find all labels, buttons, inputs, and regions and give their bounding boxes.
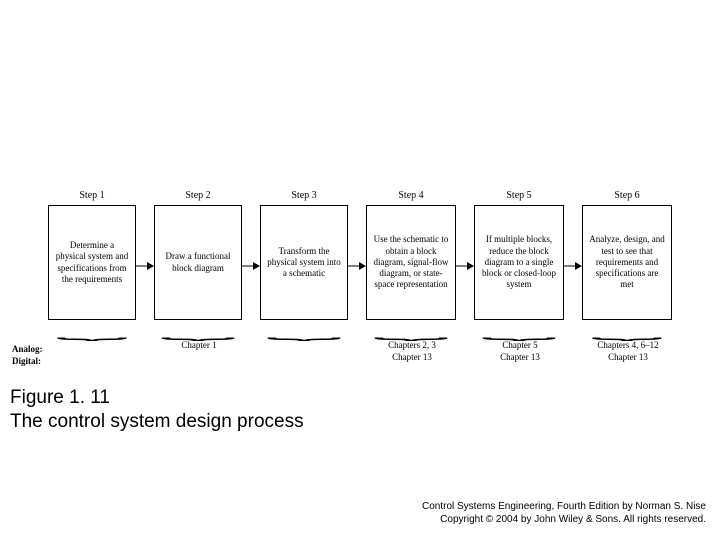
chapter-row: Chapter 1 Chapters 2, 3 Chapter 13 Chapt… xyxy=(10,340,710,363)
arrow-icon xyxy=(564,208,582,323)
step-box: Determine a physical system and specific… xyxy=(48,205,136,320)
chap-digital: Chapter 13 xyxy=(392,352,432,364)
credit-line-1: Control Systems Engineering, Fourth Edit… xyxy=(422,500,706,513)
step-label: Step 6 xyxy=(614,190,639,201)
chap-analog: Chapter 1 xyxy=(181,340,216,352)
step-col-4: Step 4 Use the schematic to obtain a blo… xyxy=(366,190,456,338)
chap-col: Chapter 5 Chapter 13 xyxy=(475,340,565,363)
step-col-6: Step 6 Analyze, design, and test to see … xyxy=(582,190,672,338)
brace-icon: ⏟ xyxy=(56,327,128,335)
chap-col xyxy=(261,340,349,363)
step-text: Use the schematic to obtain a block diag… xyxy=(373,234,449,290)
step-label: Step 1 xyxy=(79,190,104,201)
step-col-2: Step 2 Draw a functional block diagram ⏟ xyxy=(154,190,242,338)
chap-analog: Chapter 5 xyxy=(502,340,537,352)
chap-digital: Chapter 13 xyxy=(608,352,648,364)
step-box: Draw a functional block diagram xyxy=(154,205,242,320)
brace-icon: ⏟ xyxy=(481,327,557,335)
chap-col: Chapter 1 xyxy=(155,340,243,363)
step-label: Step 3 xyxy=(291,190,316,201)
chap-analog: Chapters 4, 6–12 xyxy=(597,340,658,352)
step-label: Step 2 xyxy=(185,190,210,201)
page: Step 1 Determine a physical system and s… xyxy=(0,0,720,540)
step-text: Transform the physical system into a sch… xyxy=(267,246,341,280)
step-text: If multiple blocks, reduce the block dia… xyxy=(481,234,557,290)
step-text: Determine a physical system and specific… xyxy=(55,240,129,285)
credit-text: Control Systems Engineering, Fourth Edit… xyxy=(422,500,706,526)
arrow-icon xyxy=(456,208,474,323)
step-col-5: Step 5 If multiple blocks, reduce the bl… xyxy=(474,190,564,338)
step-text: Draw a functional block diagram xyxy=(161,251,235,274)
brace-icon: ⏟ xyxy=(160,327,236,335)
step-box: Transform the physical system into a sch… xyxy=(260,205,348,320)
chap-digital: Chapter 13 xyxy=(500,352,540,364)
chap-analog: Chapters 2, 3 xyxy=(388,340,436,352)
step-text: Analyze, design, and test to see that re… xyxy=(589,234,665,290)
figure-caption: Figure 1. 11 The control system design p… xyxy=(10,386,304,434)
arrow-icon xyxy=(348,208,366,323)
brace-icon: ⏟ xyxy=(373,327,449,335)
step-box: If multiple blocks, reduce the block dia… xyxy=(474,205,564,320)
step-label: Step 5 xyxy=(506,190,531,201)
step-col-1: Step 1 Determine a physical system and s… xyxy=(48,190,136,338)
figure-number: Figure 1. 11 xyxy=(10,386,304,410)
brace-icon: ⏟ xyxy=(266,327,342,335)
credit-line-2: Copyright © 2004 by John Wiley & Sons. A… xyxy=(422,513,706,526)
step-box: Use the schematic to obtain a block diag… xyxy=(366,205,456,320)
brace-icon: ⏟ xyxy=(591,327,663,335)
step-label: Step 4 xyxy=(398,190,423,201)
step-col-3: Step 3 Transform the physical system int… xyxy=(260,190,348,338)
arrow-icon xyxy=(242,208,260,323)
step-box: Analyze, design, and test to see that re… xyxy=(582,205,672,320)
chap-col xyxy=(47,340,137,363)
flow-diagram: Step 1 Determine a physical system and s… xyxy=(10,190,710,338)
arrow-icon xyxy=(136,208,154,323)
figure-title: The control system design process xyxy=(10,410,304,434)
chap-col: Chapters 2, 3 Chapter 13 xyxy=(367,340,457,363)
chap-col: Chapters 4, 6–12 Chapter 13 xyxy=(583,340,673,363)
